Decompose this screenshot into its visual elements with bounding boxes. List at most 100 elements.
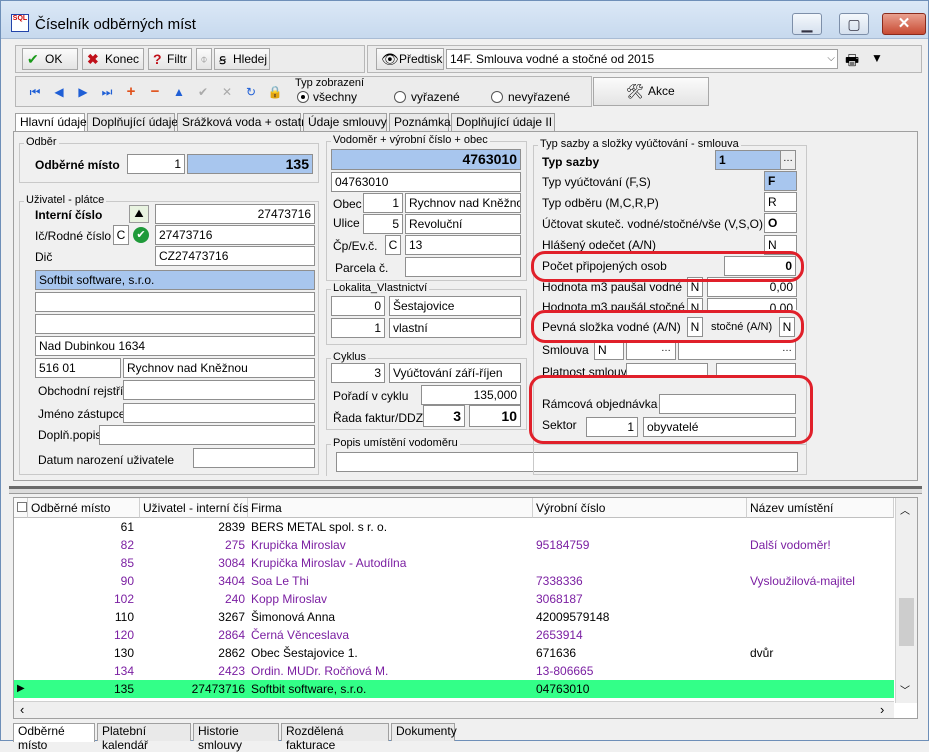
radio-nevyrazene[interactable] [491, 91, 503, 103]
akce-button[interactable]: 🛠 Akce [593, 77, 709, 106]
smlouva-field[interactable] [678, 340, 796, 360]
table-row[interactable]: 85 3084 Krupička Miroslav - Autodílna [14, 554, 894, 572]
col-header-vyrobni-cislo[interactable]: Výrobní číslo [533, 498, 747, 518]
obchodni-rejstrik-field[interactable] [123, 380, 315, 400]
hodnota-m3-stocne-flag[interactable]: N [687, 298, 703, 310]
odberne-misto-field[interactable]: 135 [187, 154, 313, 174]
vlastnictvi-field[interactable]: vlastní [389, 318, 521, 338]
maximize-button[interactable]: ▢ [839, 13, 869, 35]
adresa-line3-field[interactable] [35, 314, 315, 334]
parcela-field[interactable] [405, 257, 521, 277]
ulice-field[interactable]: Nad Dubinkou 1634 [35, 336, 315, 356]
tab-rozdelena-fakturace[interactable]: Rozdělená fakturace [281, 723, 389, 752]
grid-select-all[interactable] [14, 498, 28, 518]
grid-vertical-scrollbar[interactable]: ︿ ﹀ [895, 498, 917, 703]
tab-platebni-kalendar[interactable]: Platební kalendář [97, 723, 191, 752]
refresh-button[interactable]: ↻ [241, 81, 261, 103]
scroll-thumb[interactable] [899, 598, 914, 646]
title-bar[interactable]: SQL Číselník odběrných míst ▁ ▢ ✕ [1, 1, 928, 39]
table-row[interactable]: 110 3267 Šimonová Anna 42009579148 [14, 608, 894, 626]
cancel-record-button[interactable]: ✕ [217, 81, 237, 103]
scroll-left-icon[interactable]: ‹ [20, 702, 24, 717]
typ-odberu-field[interactable]: R [764, 192, 797, 212]
cyklus-num-field[interactable]: 3 [331, 363, 385, 383]
ulice-num-field[interactable]: 5 [363, 214, 403, 234]
konec-button[interactable]: ✖ Konec [82, 48, 144, 70]
typ-sazby-lookup-button[interactable]: … [780, 150, 796, 170]
poradi-field[interactable]: 135,000 [421, 385, 521, 405]
minimize-button[interactable]: ▁ [792, 13, 822, 35]
first-record-button[interactable]: ⏮ [25, 81, 45, 103]
tab-srazkova-voda[interactable]: Srážková voda + ostatní [177, 113, 311, 131]
lokalita-field[interactable]: Šestajovice [389, 296, 521, 316]
col-header-uzivatel[interactable]: Uživatel - interní číslo [140, 498, 258, 518]
radio-vyrazene[interactable] [394, 91, 406, 103]
table-row[interactable]: 90 3404 Soa Le Thi 7338336 Vysloužilová-maji… [14, 572, 894, 590]
ic-field[interactable]: 27473716 [155, 225, 315, 245]
filtr-button[interactable]: ? Filtr [148, 48, 192, 70]
vyrobni-cislo-field[interactable]: 04763010 [331, 172, 521, 192]
mesto-field[interactable]: Rychnov nad Kněžnou [123, 358, 315, 378]
table-row[interactable]: 82 275 Krupička Miroslav 95184759 Další vodo… [14, 536, 894, 554]
table-row[interactable]: ▶ 135 27473716 Softbit software, s.r.o. 0476… [14, 680, 894, 698]
datum-narozeni-field[interactable] [193, 448, 315, 468]
smlouva-flag-field[interactable]: N [594, 340, 624, 360]
lokalita-num-field[interactable]: 0 [331, 296, 385, 316]
edit-record-button[interactable]: ▲ [169, 81, 189, 103]
platnost-od-field[interactable] [626, 363, 708, 375]
col-header-firma[interactable]: Firma [248, 498, 533, 518]
hodnota-m3-stocne-field[interactable]: 0,00 [707, 298, 797, 310]
verified-check-icon[interactable]: ✔ [133, 227, 149, 243]
platnost-do-field[interactable] [716, 363, 796, 375]
obec-field[interactable]: Rychnov nad Kněžnou [405, 193, 521, 213]
panel-splitter[interactable] [9, 486, 922, 494]
close-button[interactable]: ✕ [882, 13, 926, 35]
smlouva-field-lookup-button[interactable]: … [780, 342, 794, 358]
ok-button[interactable]: ✔ OK [22, 48, 78, 70]
map-icon[interactable]: ⛰ [129, 205, 149, 223]
next-record-button[interactable]: ▶ [73, 81, 93, 103]
table-row[interactable]: 134 2423 Ordin. MUDr. Ročňová M. 13-806665 [14, 662, 894, 680]
delete-record-button[interactable]: − [145, 81, 165, 103]
printer-icon[interactable]: 🖶 [845, 50, 859, 75]
last-record-button[interactable]: ⏭ [97, 81, 117, 103]
typ-vyuctovani-field[interactable]: F [764, 171, 797, 191]
scroll-right-icon[interactable]: › [880, 702, 884, 717]
table-row[interactable]: 120 2864 Černá Věnceslava 2653914 [14, 626, 894, 644]
scroll-down-icon[interactable]: ﹀ [900, 682, 910, 697]
tab-hlavni-udaje[interactable]: Hlavní údaje [15, 113, 87, 132]
ulice-field-vodomer[interactable]: Revoluční [405, 214, 521, 234]
tab-odberne-misto[interactable]: Odběrné místo [13, 723, 95, 752]
dic-field[interactable]: CZ27473716 [155, 246, 315, 266]
table-row[interactable]: 130 2862 Obec Šestajovice 1. 671636 dvůr [14, 644, 894, 662]
cp-field[interactable]: 13 [405, 235, 521, 255]
filter-clear-button[interactable]: ⌽ [196, 48, 212, 70]
tab-poznamka[interactable]: Poznámka [389, 113, 451, 131]
firma-field[interactable]: Softbit software, s.r.o. [35, 270, 315, 290]
smlouva-lookup-button[interactable]: … [659, 342, 673, 358]
tab-historie-smlouvy[interactable]: Historie smlouvy [193, 723, 279, 752]
cp-flag-field[interactable]: C [385, 235, 401, 255]
radio-vsechny[interactable] [297, 91, 309, 103]
uctovat-field[interactable]: O [764, 213, 797, 233]
dropdown-arrow-icon[interactable]: ▼ [871, 51, 883, 65]
cyklus-field[interactable]: Vyúčtování září-říjen [389, 363, 521, 383]
jmeno-zastupce-field[interactable] [123, 403, 315, 423]
odberne-misto-small-field[interactable]: 1 [127, 154, 185, 174]
vlastnictvi-num-field[interactable]: 1 [331, 318, 385, 338]
tab-dokumenty[interactable]: Dokumenty [391, 723, 457, 741]
obec-num-field[interactable]: 1 [363, 193, 403, 213]
table-row[interactable]: 61 2839 BERS METAL spol. s r. o. [14, 518, 894, 536]
ic-flag-field[interactable]: C [113, 225, 129, 245]
typ-sazby-field[interactable]: 1 [715, 150, 781, 170]
col-header-odberne-misto[interactable]: Odběrné místo [28, 498, 140, 518]
post-record-button[interactable]: ✔ [193, 81, 213, 103]
prev-record-button[interactable]: ◀ [49, 81, 69, 103]
lock-button[interactable]: 🔒 [265, 81, 285, 103]
tab-doplnujici-udaje-ii[interactable]: Doplňující údaje II [451, 113, 555, 131]
vodomer-field[interactable]: 4763010 [331, 149, 521, 170]
psc-field[interactable]: 516 01 [35, 358, 121, 378]
rada-ddz-field[interactable]: 10 [469, 405, 521, 427]
dopln-popis-field[interactable] [99, 425, 315, 445]
table-row[interactable]: 102 240 Kopp Miroslav 3068187 [14, 590, 894, 608]
